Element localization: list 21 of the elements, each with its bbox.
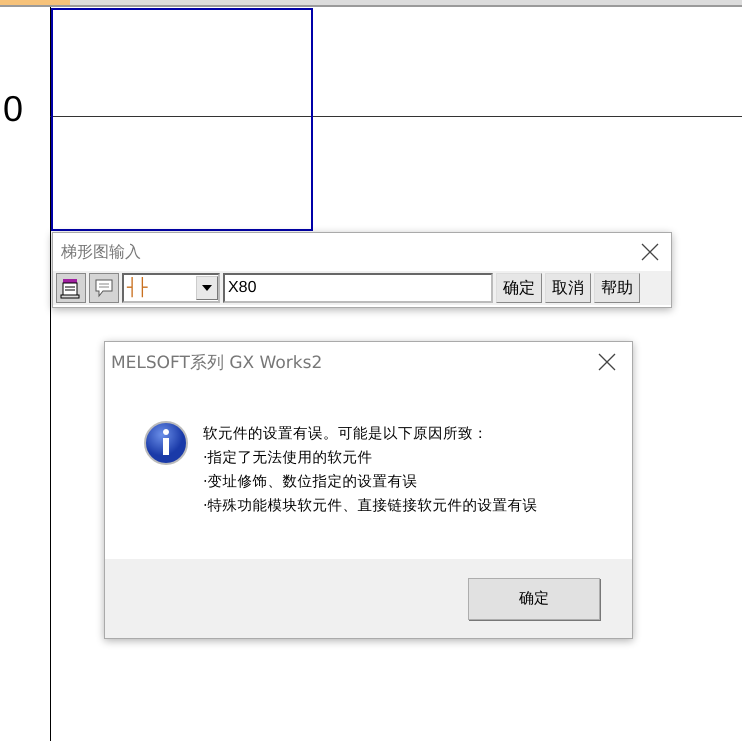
step-number: 0 (3, 88, 24, 130)
device-list-button[interactable] (56, 273, 86, 303)
message-text: ·指定了无法使用的软元件 (203, 448, 374, 467)
speech-bubble-icon (93, 277, 115, 299)
ok-button[interactable]: 确定 (468, 578, 600, 620)
comment-button[interactable] (89, 273, 119, 303)
close-icon[interactable] (641, 243, 659, 261)
message-text: ·变址修饰、数位指定的设置有误 (203, 472, 419, 491)
message-text: 软元件的设置有误。可能是以下原因所致： (203, 425, 489, 443)
toolbar-button[interactable]: 取消 (545, 273, 591, 303)
caret-icon (202, 285, 212, 291)
info-icon (143, 420, 189, 466)
dialog-title: MELSOFT系列 GX Works2 (111, 352, 322, 374)
message-text: ·特殊功能模块软元件、直接链接软元件的设置有误 (203, 497, 538, 515)
toolbar-button[interactable]: 帮助 (594, 273, 640, 303)
window-title: 梯形图输入 (61, 242, 141, 262)
device-input-field[interactable]: X80 (223, 273, 493, 303)
notepad-icon (60, 276, 82, 300)
instruction-select[interactable]: ┤├ (122, 273, 220, 303)
toolbar-button[interactable]: 确定 (496, 273, 542, 303)
close-icon[interactable] (598, 353, 616, 371)
